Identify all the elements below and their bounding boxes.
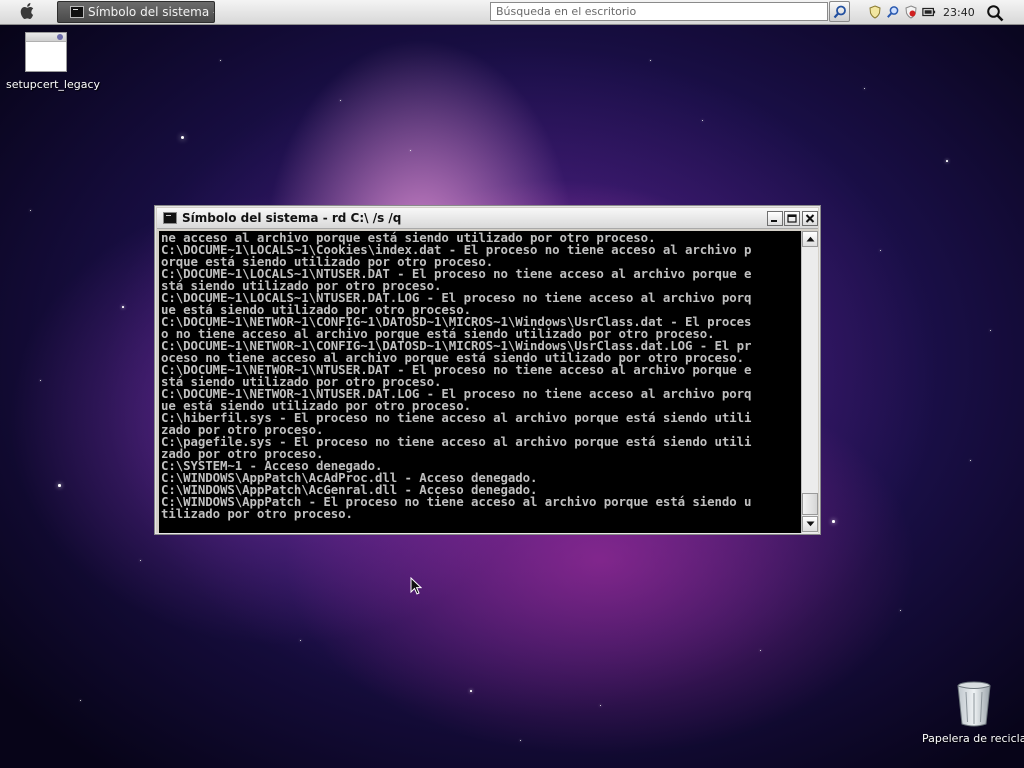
maximize-icon: [787, 214, 797, 223]
console-output[interactable]: ne acceso al archivo porque está siendo …: [159, 231, 801, 533]
desktop-search-input[interactable]: Búsqueda en el escritorio: [490, 2, 828, 21]
console-line: tilizado por otro proceso.: [161, 506, 353, 521]
minimize-button[interactable]: [767, 211, 783, 226]
taskbar-button-label: Símbolo del sistema - ...: [88, 5, 214, 19]
command-prompt-window[interactable]: Símbolo del sistema - rd C:\ /s /q ne ac…: [154, 205, 821, 535]
spotlight-search-icon[interactable]: [986, 4, 1004, 22]
apple-menu-icon[interactable]: [18, 2, 38, 22]
desktop-icon-setupcert-legacy[interactable]: setupcert_legacy: [6, 32, 101, 91]
desktop-icon-recycle-bin[interactable]: Papelera de reciclaje: [922, 680, 1024, 745]
command-prompt-icon: [70, 6, 84, 18]
desktop-icon-label: setupcert_legacy: [6, 78, 101, 91]
scroll-thumb[interactable]: [802, 493, 818, 515]
security-tray-icon[interactable]: [904, 5, 918, 19]
maximize-button[interactable]: [784, 211, 800, 226]
file-icon: [25, 32, 67, 72]
close-button[interactable]: [802, 211, 818, 226]
console-vertical-scrollbar[interactable]: [801, 231, 818, 533]
scroll-down-arrow-icon: [806, 521, 815, 527]
battery-tray-icon[interactable]: [922, 5, 936, 19]
scroll-up-arrow-icon: [806, 236, 815, 242]
window-title: Símbolo del sistema - rd C:\ /s /q: [182, 211, 402, 225]
close-icon: [805, 214, 815, 223]
scroll-up-button[interactable]: [802, 231, 818, 247]
window-titlebar[interactable]: Símbolo del sistema - rd C:\ /s /q: [157, 208, 818, 229]
desktop-icon-label: Papelera de reciclaje: [922, 732, 1024, 745]
shield-tray-icon[interactable]: [868, 5, 882, 19]
scroll-down-button[interactable]: [802, 516, 818, 532]
minimize-icon: [771, 220, 777, 222]
search-tray-icon[interactable]: [886, 5, 900, 19]
magnifier-icon: [833, 5, 846, 19]
top-menubar: Símbolo del sistema - ... Búsqueda en el…: [0, 0, 1024, 25]
taskbar-command-prompt-button[interactable]: Símbolo del sistema - ...: [57, 1, 215, 23]
search-button[interactable]: [829, 1, 850, 22]
command-prompt-icon[interactable]: [163, 212, 177, 224]
recycle-bin-icon: [957, 681, 991, 727]
clock-text[interactable]: 23:40: [943, 0, 975, 25]
mouse-cursor-icon: [410, 577, 422, 595]
search-placeholder: Búsqueda en el escritorio: [496, 5, 637, 18]
